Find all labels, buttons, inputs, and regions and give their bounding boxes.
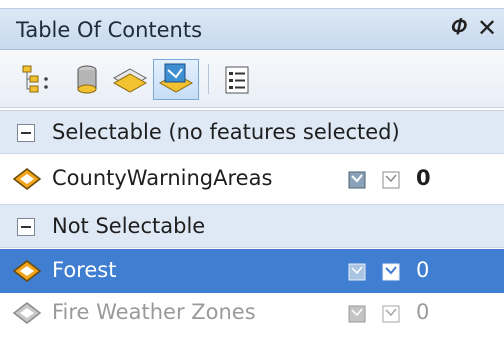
selected-count: 0 bbox=[416, 258, 430, 282]
pin-icon[interactable]: 𝛷 bbox=[451, 15, 467, 40]
database-icon bbox=[77, 65, 97, 94]
selected-count: 0 bbox=[416, 166, 431, 190]
collapse-toggle-icon[interactable] bbox=[17, 124, 35, 142]
layers-tree-icon bbox=[22, 65, 48, 93]
layer-name: Fire Weather Zones bbox=[52, 300, 256, 324]
panel-titlebar[interactable]: Table Of Contents 𝛷 ✕ bbox=[0, 8, 504, 50]
group-selectable[interactable]: Selectable (no features selected) bbox=[0, 110, 504, 154]
selection-layer-icon bbox=[158, 63, 194, 93]
layer-row[interactable]: Fire Weather Zones 0 bbox=[0, 291, 504, 335]
group-label: Selectable (no features selected) bbox=[52, 120, 400, 144]
layer-name: CountyWarningAreas bbox=[52, 166, 273, 190]
selectable-toggle-icon[interactable] bbox=[348, 171, 366, 193]
clear-selection-icon[interactable] bbox=[382, 171, 400, 193]
list-by-drawing-order-button[interactable] bbox=[20, 63, 60, 101]
layer-row[interactable]: CountyWarningAreas 0 bbox=[0, 157, 504, 201]
selectable-toggle-icon[interactable] bbox=[348, 263, 366, 285]
table-of-contents-panel: Table Of Contents 𝛷 ✕ Selectable (no fea… bbox=[0, 0, 504, 356]
list-by-visibility-button[interactable] bbox=[110, 63, 150, 101]
toc-toolbar bbox=[0, 50, 504, 108]
clear-selection-icon[interactable] bbox=[382, 263, 400, 285]
options-list-icon bbox=[225, 66, 249, 94]
panel-title: Table Of Contents bbox=[16, 18, 203, 42]
selectable-toggle-icon[interactable] bbox=[348, 305, 366, 327]
list-by-selection-button[interactable] bbox=[153, 59, 199, 100]
polygon-layer-icon bbox=[12, 301, 42, 329]
collapse-toggle-icon[interactable] bbox=[17, 218, 35, 236]
close-icon[interactable]: ✕ bbox=[477, 14, 497, 42]
group-not-selectable[interactable]: Not Selectable bbox=[0, 204, 504, 248]
toolbar-separator bbox=[208, 64, 209, 94]
selected-count: 0 bbox=[416, 300, 430, 324]
layer-row-selected[interactable]: Forest 0 bbox=[0, 249, 504, 293]
layer-name: Forest bbox=[52, 258, 117, 282]
clear-selection-icon[interactable] bbox=[382, 305, 400, 327]
options-button[interactable] bbox=[222, 64, 252, 100]
group-label: Not Selectable bbox=[52, 214, 206, 238]
polygon-layer-icon bbox=[12, 259, 42, 287]
polygon-layer-icon bbox=[12, 167, 42, 195]
list-by-source-button[interactable] bbox=[72, 63, 102, 101]
layers-stack-icon bbox=[112, 68, 148, 93]
